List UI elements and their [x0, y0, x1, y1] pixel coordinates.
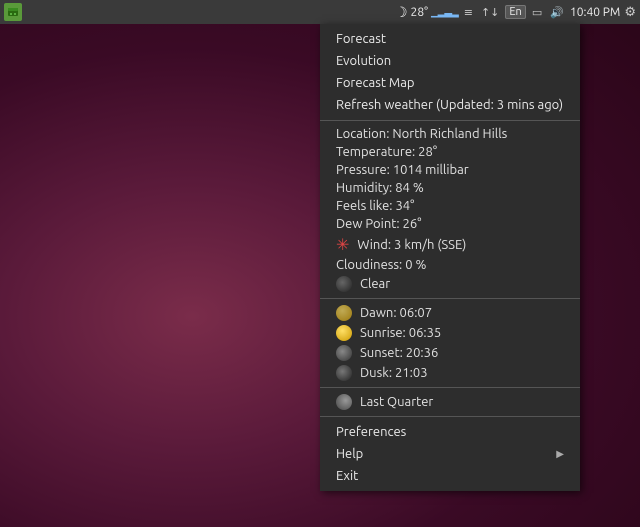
wind-compass-icon: ✳ [336, 235, 349, 254]
menu-item-forecast[interactable]: Forecast [320, 28, 580, 50]
clock-display: 10:40 PM [570, 6, 620, 19]
submenu-arrow-icon: ▶ [556, 448, 564, 460]
taskbar-left [4, 3, 22, 21]
temperature-display: 28° [411, 6, 428, 19]
info-feels-like: Feels like: 34° [320, 197, 580, 215]
info-dusk: Dusk: 21:03 [320, 363, 580, 383]
menu-item-refresh[interactable]: Refresh weather (Updated: 3 mins ago) [320, 94, 580, 116]
keyboard-layout-indicator[interactable]: En [505, 5, 525, 19]
exit-label: Exit [336, 469, 358, 483]
network-icon: ↑↓ [479, 6, 501, 19]
taskbar-right: ☽ 28° ▁▂▃▂ ≡ ↑↓ En ▭ 🔊 10:40 PM ⚙ [395, 4, 636, 21]
info-dawn: Dawn: 06:07 [320, 303, 580, 323]
info-temperature: Temperature: 28° [320, 143, 580, 161]
app-icon[interactable] [4, 3, 22, 21]
info-wind: ✳ Wind: 3 km/h (SSE) [320, 233, 580, 256]
evolution-label: Evolution [336, 54, 391, 68]
preferences-label: Preferences [336, 425, 406, 439]
menu-item-preferences[interactable]: Preferences [320, 421, 580, 443]
info-moon-phase: Last Quarter [320, 392, 580, 412]
info-condition: Clear [320, 274, 580, 294]
menu-icon[interactable]: ≡ [462, 6, 475, 19]
forecast-label: Forecast [336, 32, 386, 46]
condition-icon [336, 276, 352, 292]
dawn-icon [336, 305, 352, 321]
info-location: Location: North Richland Hills [320, 125, 580, 143]
info-sunrise: Sunrise: 06:35 [320, 323, 580, 343]
menu-item-forecast-map[interactable]: Forecast Map [320, 72, 580, 94]
battery-icon: ▭ [530, 6, 544, 19]
menu-item-help[interactable]: Help ▶ [320, 443, 580, 465]
dusk-icon [336, 365, 352, 381]
volume-icon: 🔊 [548, 6, 566, 19]
weather-dropdown-menu: Forecast Evolution Forecast Map Refresh … [320, 24, 580, 491]
moon-phase-icon [336, 394, 352, 410]
menu-item-evolution[interactable]: Evolution [320, 50, 580, 72]
moon-crescent-icon: ☽ [395, 4, 408, 21]
sunrise-icon [336, 325, 352, 341]
refresh-label: Refresh weather (Updated: 3 mins ago) [336, 98, 563, 112]
separator-3 [320, 387, 580, 388]
settings-icon[interactable]: ⚙ [624, 5, 636, 20]
sunset-icon [336, 345, 352, 361]
info-humidity: Humidity: 84 % [320, 179, 580, 197]
separator-2 [320, 298, 580, 299]
weather-indicator[interactable]: ☽ 28° ▁▂▃▂ [395, 4, 458, 21]
separator-4 [320, 416, 580, 417]
help-label: Help [336, 447, 363, 461]
info-pressure: Pressure: 1014 millibar [320, 161, 580, 179]
taskbar: ☽ 28° ▁▂▃▂ ≡ ↑↓ En ▭ 🔊 10:40 PM ⚙ [0, 0, 640, 24]
forecast-map-label: Forecast Map [336, 76, 415, 90]
info-sunset: Sunset: 20:36 [320, 343, 580, 363]
info-cloudiness: Cloudiness: 0 % [320, 256, 580, 274]
info-dew-point: Dew Point: 26° [320, 215, 580, 233]
separator-1 [320, 120, 580, 121]
menu-item-exit[interactable]: Exit [320, 465, 580, 487]
chart-icon: ▁▂▃▂ [431, 6, 458, 18]
